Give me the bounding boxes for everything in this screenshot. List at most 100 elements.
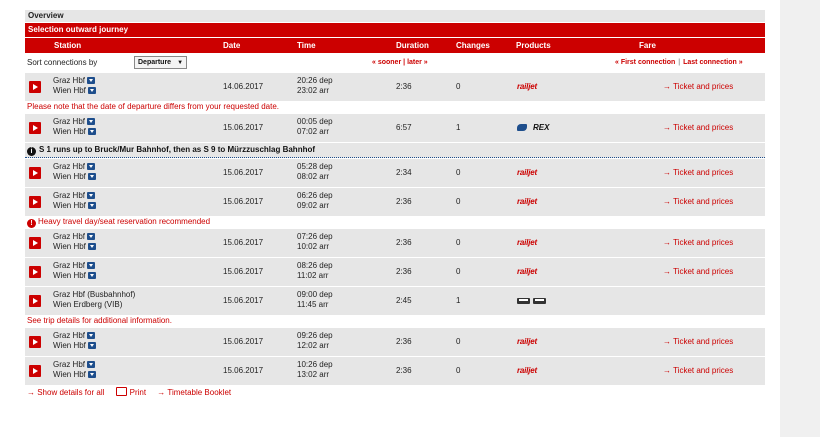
station-info-icon[interactable] [87, 202, 96, 209]
duration: 2:36 [396, 337, 412, 346]
from-station: Graz Hbf [53, 76, 86, 85]
expand-button[interactable] [29, 266, 41, 278]
ticket-and-prices-link[interactable]: → Ticket and prices [663, 366, 733, 376]
print-link[interactable]: Print [115, 387, 146, 397]
duration: 2:34 [396, 168, 412, 177]
from-station: Graz Hbf [53, 360, 86, 369]
sooner-later-links: « sooner | later » [372, 53, 428, 72]
connections-panel: Overview Selection outward journey Stati… [25, 10, 765, 401]
last-connection-link[interactable]: Last connection » [683, 59, 743, 66]
date: 15.06.2017 [223, 238, 264, 247]
departure-time: 09:26 dep [297, 331, 333, 340]
ticket-and-prices-link[interactable]: → Ticket and prices [663, 82, 733, 92]
station-info-icon[interactable] [87, 163, 96, 170]
expand-button[interactable] [29, 122, 41, 134]
ticket-and-prices-link[interactable]: → Ticket and prices [663, 168, 733, 178]
sooner-link[interactable]: « sooner [372, 59, 401, 66]
connection-row: Graz Hbf Wien Hbf 15.06.2017 06:26 dep 0… [25, 187, 765, 216]
ticket-and-prices-link[interactable]: → Ticket and prices [663, 238, 733, 248]
station-info-icon[interactable] [87, 233, 96, 240]
separator: | [678, 59, 681, 66]
overview-header: Overview [25, 10, 765, 22]
expand-button[interactable] [29, 336, 41, 348]
header-changes: Changes [456, 41, 490, 50]
info-icon: i [27, 147, 36, 156]
expand-button[interactable] [29, 167, 41, 179]
railjet-logo: railjet [517, 366, 537, 375]
station-info-icon[interactable] [87, 272, 96, 279]
stations: Graz Hbf (Busbahnhof) Wien Erdberg (VIB) [53, 290, 135, 310]
heavy-travel-text: Heavy travel day/seat reservation recomm… [38, 217, 211, 226]
printer-icon [115, 387, 127, 396]
show-details-link[interactable]: → Show details for all [27, 388, 104, 397]
duration: 2:36 [396, 197, 412, 206]
expand-button[interactable] [29, 196, 41, 208]
footer-links: → Show details for all Print → Timetable… [25, 385, 765, 401]
arrival-time: 08:02 arr [297, 172, 330, 181]
departure-time: 05:28 dep [297, 162, 333, 171]
header-time: Time [297, 41, 316, 50]
later-link[interactable]: later » [407, 59, 428, 66]
arrival-time: 07:02 arr [297, 127, 330, 136]
station-info-icon[interactable] [87, 77, 96, 84]
ticket-and-prices-link[interactable]: → Ticket and prices [663, 337, 733, 347]
station-info-icon[interactable] [87, 371, 96, 378]
expand-button[interactable] [29, 295, 41, 307]
s-bahn-icon [517, 124, 527, 131]
warning-icon: ! [27, 219, 36, 228]
arrival-time: 10:02 arr [297, 242, 330, 251]
to-station: Wien Hbf [53, 341, 86, 350]
station-info-icon[interactable] [87, 342, 96, 349]
s1-info-text: S 1 runs up to Bruck/Mur Bahnhof, then a… [39, 145, 316, 154]
to-station: Wien Hbf [53, 271, 86, 280]
station-info-icon[interactable] [87, 332, 96, 339]
stations: Graz Hbf Wien Hbf [53, 117, 96, 137]
timetable-booklet-link[interactable]: → Timetable Booklet [157, 388, 231, 397]
from-station: Graz Hbf (Busbahnhof) [53, 290, 136, 299]
station-info-icon[interactable] [87, 87, 96, 94]
station-info-icon[interactable] [87, 118, 96, 125]
expand-button[interactable] [29, 81, 41, 93]
departure-time: 20:26 dep [297, 76, 333, 85]
station-info-icon[interactable] [87, 192, 96, 199]
duration: 6:57 [396, 123, 412, 132]
expand-button[interactable] [29, 365, 41, 377]
header-station: Station [54, 41, 82, 50]
stations: Graz Hbf Wien Hbf [53, 331, 96, 351]
stations: Graz Hbf Wien Hbf [53, 232, 96, 252]
connection-row: Graz Hbf Wien Hbf 15.06.2017 08:26 dep 1… [25, 257, 765, 286]
connection-row: Graz Hbf Wien Hbf 15.06.2017 00:05 dep 0… [25, 113, 765, 142]
duration: 2:36 [396, 82, 412, 91]
railjet-logo: railjet [517, 82, 537, 91]
station-info-icon[interactable] [87, 243, 96, 250]
products: REX [517, 122, 549, 134]
time: 07:26 dep 10:02 arr [297, 232, 333, 252]
departure-time: 00:05 dep [297, 117, 333, 126]
sort-label: Sort connections by [27, 58, 98, 67]
railjet-logo: railjet [517, 168, 537, 177]
separator: | [403, 59, 406, 66]
date: 15.06.2017 [223, 337, 264, 346]
date: 15.06.2017 [223, 296, 264, 305]
station-info-icon[interactable] [87, 361, 96, 368]
connection-row: Graz Hbf Wien Hbf 15.06.2017 09:26 dep 1… [25, 327, 765, 356]
time: 09:26 dep 12:02 arr [297, 331, 333, 351]
duration: 2:36 [396, 366, 412, 375]
arrival-time: 23:02 arr [297, 86, 330, 95]
ticket-and-prices-link[interactable]: → Ticket and prices [663, 197, 733, 207]
first-connection-link[interactable]: « First connection [615, 59, 675, 66]
journey-title: Selection outward journey [25, 22, 765, 37]
from-station: Graz Hbf [53, 261, 86, 270]
sort-select[interactable]: Departure ▼ [134, 56, 188, 69]
station-info-icon[interactable] [87, 173, 96, 180]
expand-button[interactable] [29, 237, 41, 249]
railjet-logo: railjet [517, 337, 537, 346]
departure-time: 06:26 dep [297, 191, 333, 200]
ticket-and-prices-link[interactable]: → Ticket and prices [663, 123, 733, 133]
time: 08:26 dep 11:02 arr [297, 261, 333, 281]
ticket-and-prices-link[interactable]: → Ticket and prices [663, 267, 733, 277]
connection-row: Graz Hbf Wien Hbf 15.06.2017 10:26 dep 1… [25, 356, 765, 385]
station-info-icon[interactable] [87, 262, 96, 269]
s1-info-note: iS 1 runs up to Bruck/Mur Bahnhof, then … [25, 142, 765, 158]
station-info-icon[interactable] [87, 128, 96, 135]
